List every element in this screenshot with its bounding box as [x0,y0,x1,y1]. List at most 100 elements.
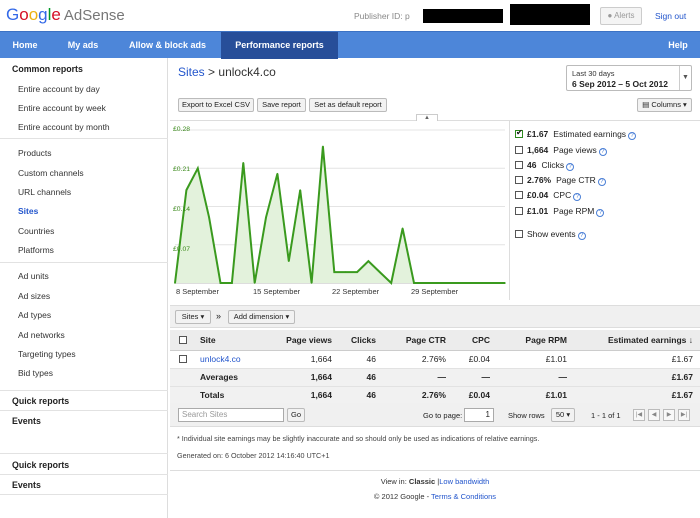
first-page-icon[interactable]: |◀ [633,409,645,421]
table-header-row: Site Page views Clicks Page CTR CPC Page… [170,330,700,351]
metric-page-rpm[interactable]: £1.01 Page RPM? [515,206,605,218]
search-sites-input[interactable]: Search Sites [178,408,284,422]
generated-timestamp: Generated on: 6 October 2012 14:16:40 UT… [177,451,330,460]
metric-label: Clicks [541,160,565,170]
metric-value: £1.67 [527,129,549,139]
copyright-bar: © 2012 Google - Terms & Conditions [170,492,700,501]
total-earnings: £1.67 [574,386,700,405]
chart-data-point [447,282,449,284]
chart-data-point [379,271,381,273]
checkbox[interactable] [515,207,523,215]
empty-cell [170,386,196,405]
breadcrumb-arrows: » [216,311,222,321]
chart-data-point [322,145,324,148]
help-icon[interactable]: ? [596,209,605,217]
cell-rpm: £1.01 [497,350,574,369]
help-icon[interactable]: ? [573,193,582,201]
sort-desc-icon: ↓ [688,334,693,345]
view-in-label: View in: [380,477,407,486]
averages-label: Averages [196,368,268,387]
chart-data-point [231,282,233,284]
y-tick-label: £0.14 [173,206,191,213]
total-ctr: 2.76% [383,386,453,405]
x-tick-label: 29 September [411,287,459,296]
terms-link[interactable]: Terms & Conditions [431,492,496,501]
page-number-input[interactable]: 1 [464,408,494,422]
chart-data-point [390,282,393,284]
last-page-icon[interactable]: ▶| [678,409,690,421]
next-page-icon[interactable]: ▶ [663,409,675,421]
col-estimated-earnings[interactable]: Estimated earnings ↓ [574,330,700,351]
add-dimension-button[interactable]: Add dimension ▾ [228,310,295,324]
select-all-cell[interactable] [170,330,196,351]
search-go-button[interactable]: Go [287,408,305,422]
footnote: * Individual site earnings may be slight… [177,434,540,443]
show-events-toggle[interactable]: Show events? [515,229,586,241]
help-icon[interactable]: ? [566,163,575,171]
checkbox[interactable] [515,176,523,184]
avg-ctr: — [383,368,453,387]
table-row: unlock4.co 1,664 46 2.76% £0.04 £1.01 £1… [170,350,700,369]
y-tick-label: £0.07 [173,246,191,253]
chart-data-point [424,282,427,284]
metric-page-views[interactable]: 1,664 Page views? [515,145,607,157]
col-clicks[interactable]: Clicks [339,330,383,351]
metric-page-ctr[interactable]: 2.76% Page CTR? [515,175,606,187]
cell-earnings: £1.67 [574,350,700,369]
col-page-rpm[interactable]: Page RPM [497,330,574,351]
metric-value: £1.01 [527,206,549,216]
chart-data-point [265,216,267,219]
chart-data-point [333,271,336,273]
chart-data-point [481,282,484,284]
chart-data-point [219,282,222,284]
metric-cpc[interactable]: £0.04 CPC? [515,190,582,202]
checkbox[interactable] [515,146,523,154]
chart-data-point [310,282,313,284]
col-page-views[interactable]: Page views [268,330,339,351]
chart-series-estimated-earnings [174,146,505,285]
low-bandwidth-link[interactable]: Low bandwidth [439,477,489,486]
cell-site: unlock4.co [196,350,268,369]
classic-view: Classic [408,477,436,486]
x-tick-label: 15 September [253,287,301,296]
cell-ctr: 2.76% [383,350,453,369]
checkbox-checked[interactable] [515,128,523,138]
chart-data-point [435,282,438,284]
chart-data-point [276,172,279,175]
checkbox[interactable] [515,230,523,238]
checkbox[interactable] [179,335,187,344]
chart-data-point [174,282,176,284]
col-cpc[interactable]: CPC [453,330,497,351]
chart-data-point [401,227,404,230]
dimension-select[interactable]: Sites ▾ [175,310,211,324]
rows-per-page-select[interactable]: 50 ▾ [551,408,575,422]
chart-data-point [458,282,461,284]
col-site[interactable]: Site [196,330,268,351]
help-icon[interactable]: ? [577,232,586,240]
chart-area-fill [175,146,505,283]
prev-page-icon[interactable]: ◀ [648,409,660,421]
metric-value: 2.76% [527,175,552,185]
row-checkbox-cell[interactable] [170,350,196,369]
help-icon[interactable]: ? [598,148,607,156]
metric-label: Page CTR [556,175,596,185]
chart-data-point [492,282,495,284]
metric-estimated-earnings[interactable]: £1.67 Estimated earnings? [515,128,637,141]
checkbox[interactable] [515,161,523,169]
metric-value: 1,664 [527,145,549,155]
chart-data-point [299,189,301,191]
metric-clicks[interactable]: 46 Clicks? [515,160,575,172]
x-tick-label: 8 September [176,287,219,296]
y-tick-label: £0.28 [173,126,191,133]
checkbox[interactable] [515,191,523,199]
help-icon[interactable]: ? [597,178,606,186]
total-rpm: £1.01 [497,386,574,405]
col-page-ctr[interactable]: Page CTR [383,330,453,351]
table-toolbar: Sites ▾ » Add dimension ▾ [170,306,700,328]
site-link[interactable]: unlock4.co [200,354,241,364]
chart-data-point [344,271,347,273]
checkbox[interactable] [179,355,187,363]
cell-clicks: 46 [339,350,383,369]
metric-label: Page RPM [553,206,595,216]
help-icon[interactable]: ? [628,132,637,140]
